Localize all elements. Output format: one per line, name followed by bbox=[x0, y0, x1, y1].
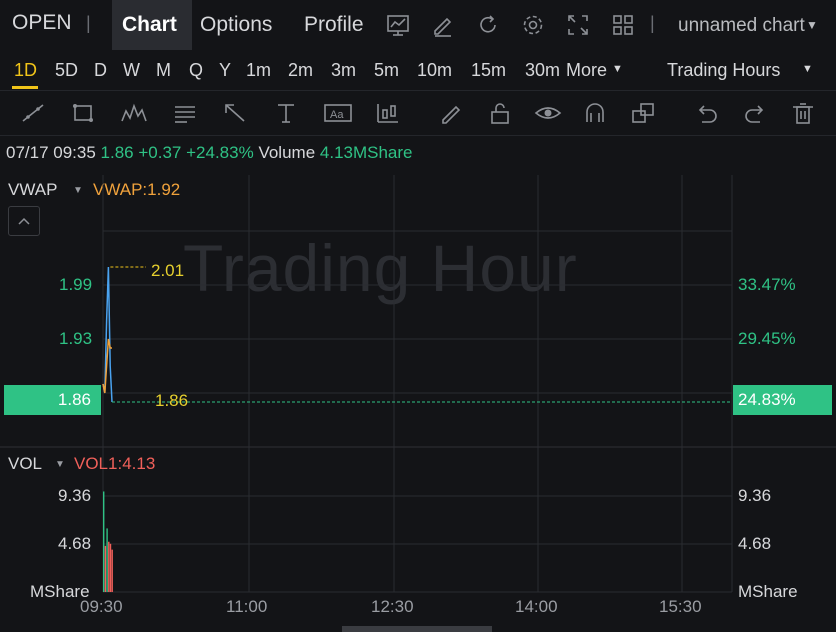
volume-bar bbox=[106, 528, 108, 592]
pct-axis-label: 29.45% bbox=[738, 329, 796, 348]
last-price-marker: 1.86 bbox=[155, 391, 189, 410]
volume-bar bbox=[108, 541, 110, 592]
current-price-tag: 1.86 bbox=[4, 385, 101, 415]
chart-canvas[interactable] bbox=[0, 0, 836, 632]
high-price-marker: 2.01 bbox=[151, 261, 185, 280]
time-axis-label: 12:30 bbox=[371, 597, 414, 616]
current-pct-tag: 24.83% bbox=[733, 385, 832, 415]
current-price-tag-value: 1.86 bbox=[57, 390, 91, 409]
time-axis-label: 14:00 bbox=[515, 597, 558, 616]
horizontal-scrollbar[interactable] bbox=[342, 626, 492, 632]
time-axis-label: 11:00 bbox=[226, 597, 268, 616]
vol-value: VOL1:4.13 bbox=[74, 454, 156, 473]
volume-axis-label: 4.68 bbox=[58, 534, 92, 553]
volume-bar bbox=[109, 543, 112, 592]
volume-axis-label: 4.68 bbox=[738, 534, 772, 553]
current-pct-tag-value: 24.83% bbox=[738, 390, 796, 409]
time-axis-label: 09:30 bbox=[80, 597, 123, 616]
volume-bar bbox=[111, 549, 113, 592]
chevron-down-icon[interactable]: ▼ bbox=[55, 459, 65, 470]
price-axis-label: 1.93 bbox=[59, 329, 93, 348]
price-line bbox=[102, 266, 113, 403]
volume-axis-label: 9.36 bbox=[738, 486, 772, 505]
chart-grid bbox=[0, 175, 836, 593]
indicator-vol-selector[interactable]: VOL bbox=[8, 454, 42, 474]
chart-marks bbox=[102, 266, 732, 592]
pct-axis-label: 33.47% bbox=[738, 275, 796, 294]
time-axis-label: 15:30 bbox=[659, 597, 702, 616]
volume-bar bbox=[104, 545, 107, 592]
volume-axis-label: 9.36 bbox=[58, 486, 92, 505]
price-axis-label: 1.99 bbox=[59, 275, 93, 294]
volume-bar bbox=[103, 491, 105, 592]
volume-unit-label: MShare bbox=[738, 582, 798, 601]
